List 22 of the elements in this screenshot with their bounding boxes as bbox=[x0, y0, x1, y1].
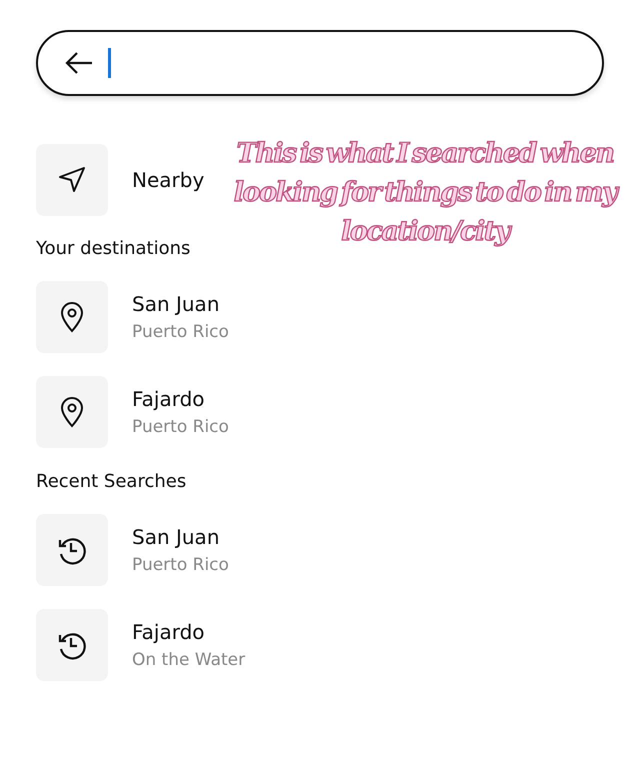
list-item[interactable]: Nearby bbox=[36, 144, 204, 216]
item-title: San Juan bbox=[132, 525, 220, 549]
location-pin-icon bbox=[59, 301, 85, 333]
section-heading: Your destinations bbox=[36, 238, 192, 259]
item-subtitle: Puerto Rico bbox=[132, 322, 229, 342]
list-item[interactable]: Fajardo On the Water bbox=[36, 609, 604, 681]
item-title: San Juan bbox=[132, 292, 220, 316]
item-title: Fajardo bbox=[132, 620, 206, 644]
section-heading: Recent Searches bbox=[36, 471, 188, 492]
item-subtitle: Puerto Rico bbox=[132, 555, 229, 575]
navigation-arrow-icon bbox=[57, 165, 87, 195]
item-subtitle: On the Water bbox=[132, 650, 246, 670]
list-item[interactable]: San Juan Puerto Rico bbox=[36, 514, 604, 586]
location-pin-icon bbox=[59, 396, 85, 428]
back-arrow-icon[interactable] bbox=[64, 51, 94, 75]
item-title: Nearby bbox=[132, 168, 204, 192]
item-title: Fajardo bbox=[132, 387, 206, 411]
list-item[interactable]: Fajardo Puerto Rico bbox=[36, 376, 604, 448]
search-field[interactable] bbox=[36, 30, 604, 96]
list-item[interactable]: San Juan Puerto Rico bbox=[36, 281, 604, 353]
caption-overlay: This is what I searched when looking for things to do in my location/city bbox=[232, 137, 620, 249]
item-subtitle: Puerto Rico bbox=[132, 417, 229, 437]
